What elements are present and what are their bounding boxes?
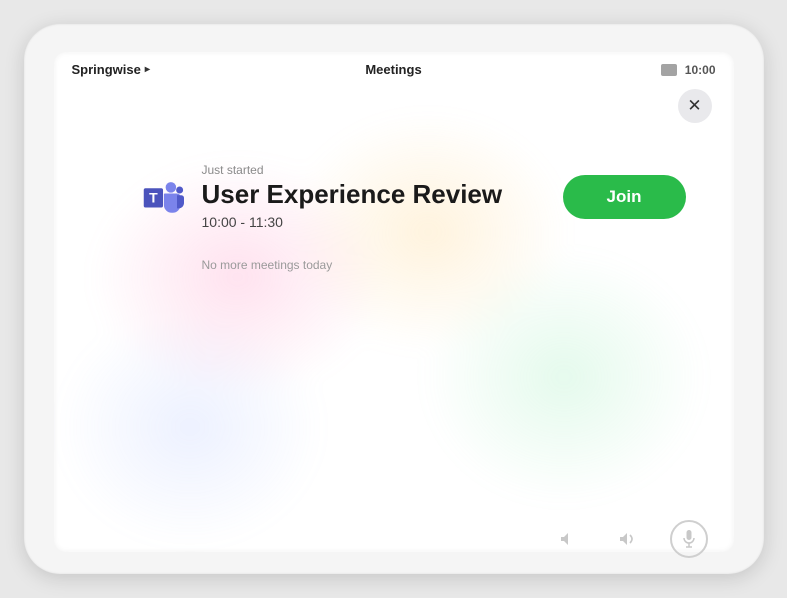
no-more-meetings-text: No more meetings today <box>202 258 686 272</box>
meeting-content: T Just started User Experience Review 10… <box>54 123 734 552</box>
status-indicator-icon <box>661 64 677 76</box>
device-frame: Springwise ▸ Meetings 10:00 ✕ T <box>24 24 764 574</box>
teams-icon: T <box>142 176 184 218</box>
top-bar: Springwise ▸ Meetings 10:00 <box>54 52 734 81</box>
meeting-status: Just started <box>202 163 545 177</box>
room-selector[interactable]: Springwise ▸ <box>72 62 150 77</box>
chevron-right-icon: ▸ <box>145 64 150 75</box>
page-title: Meetings <box>365 62 421 77</box>
join-button[interactable]: Join <box>563 175 686 219</box>
close-button[interactable]: ✕ <box>678 89 712 123</box>
meeting-title: User Experience Review <box>202 179 545 210</box>
status-area: 10:00 <box>661 63 716 77</box>
close-icon: ✕ <box>687 96 701 116</box>
meeting-time-range: 10:00 - 11:30 <box>202 214 545 230</box>
meeting-row: T Just started User Experience Review 10… <box>142 163 686 230</box>
svg-text:T: T <box>149 189 158 205</box>
meeting-text: Just started User Experience Review 10:0… <box>202 163 545 230</box>
screen: Springwise ▸ Meetings 10:00 ✕ T <box>54 52 734 552</box>
room-name: Springwise <box>72 62 141 77</box>
clock-time: 10:00 <box>685 63 716 77</box>
